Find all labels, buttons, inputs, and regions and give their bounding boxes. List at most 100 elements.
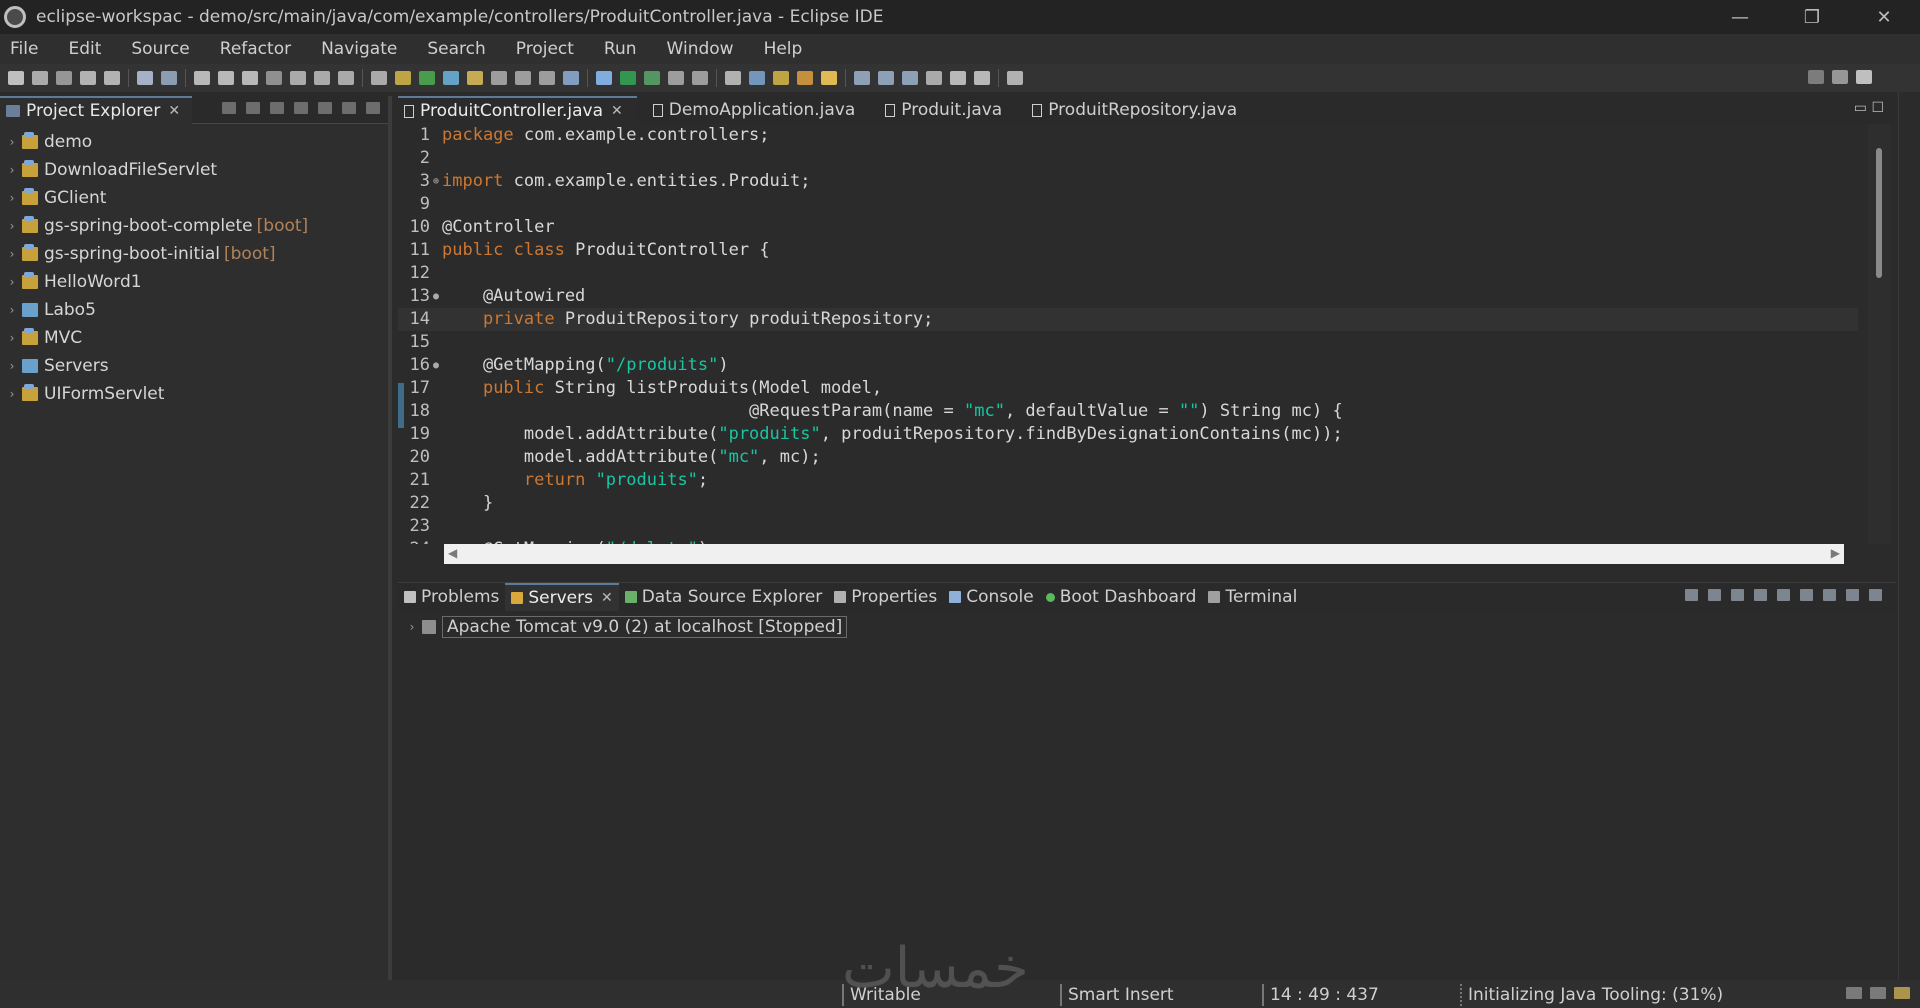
fold-marker-icon[interactable]: ⊕ xyxy=(432,170,440,193)
step-into-icon[interactable] xyxy=(290,71,306,85)
tab-produitrepository[interactable]: ProduitRepository.java xyxy=(1026,96,1251,124)
new-icon[interactable] xyxy=(8,71,24,85)
search-references-icon[interactable] xyxy=(854,71,870,85)
tree-item-gs-spring-boot-initial[interactable]: › gs-spring-boot-initial [boot] xyxy=(0,240,388,268)
code-line[interactable]: 22 } xyxy=(398,492,1858,515)
word-wrap-icon[interactable] xyxy=(539,71,555,85)
code-line[interactable]: 2 xyxy=(398,147,1858,170)
tree-item-uiformservlet[interactable]: › UIFormServlet xyxy=(0,380,388,408)
paragraph-icon[interactable] xyxy=(563,71,579,85)
whitespace-icon[interactable] xyxy=(515,71,531,85)
code-line[interactable]: 9 xyxy=(398,193,1858,216)
menu-run[interactable]: Run xyxy=(604,39,637,59)
scroll-thumb[interactable] xyxy=(1876,148,1882,278)
tab-console[interactable]: Console xyxy=(943,583,1040,611)
debug-server-icon[interactable] xyxy=(1708,589,1721,601)
tab-servers[interactable]: Servers ✕ xyxy=(505,583,619,611)
tab-produitcontroller[interactable]: ProduitController.java ✕ xyxy=(398,96,637,124)
start-server-icon[interactable] xyxy=(1731,589,1744,601)
code-line[interactable]: 20 model.addAttribute("mc", mc); xyxy=(398,446,1858,469)
menu-source[interactable]: Source xyxy=(131,39,189,59)
fold-marker-icon[interactable]: ● xyxy=(432,354,440,377)
menu-refactor[interactable]: Refactor xyxy=(220,39,291,59)
fold-marker-icon[interactable]: ● xyxy=(432,285,440,308)
new-java-project-icon[interactable] xyxy=(725,71,741,85)
maximize-view-icon[interactable] xyxy=(366,102,380,114)
close-window-button[interactable]: ✕ xyxy=(1848,0,1920,34)
code-line[interactable]: 15 xyxy=(398,331,1858,354)
open-task-icon[interactable] xyxy=(395,71,411,85)
resume-icon[interactable] xyxy=(194,71,210,85)
back-icon[interactable] xyxy=(950,71,966,85)
tree-item-demo[interactable]: › demo xyxy=(0,128,388,156)
tree-item-gs-spring-boot-complete[interactable]: › gs-spring-boot-complete [boot] xyxy=(0,212,388,240)
new-class-icon[interactable] xyxy=(797,71,813,85)
block-selection-icon[interactable] xyxy=(491,71,507,85)
minimize-view-icon[interactable] xyxy=(1846,589,1859,601)
collapse-all-icon[interactable] xyxy=(1685,589,1698,601)
code-line[interactable]: 10 @Controller xyxy=(398,216,1858,239)
tab-properties[interactable]: Properties xyxy=(828,583,943,611)
menu-edit[interactable]: Edit xyxy=(68,39,101,59)
server-icon[interactable] xyxy=(692,71,708,85)
chevron-right-icon[interactable]: › xyxy=(2,331,22,345)
new-package-icon[interactable] xyxy=(749,71,765,85)
coverage-icon[interactable] xyxy=(644,71,660,85)
save-icon[interactable] xyxy=(32,71,48,85)
next-annotation-icon[interactable] xyxy=(878,71,894,85)
tab-problems[interactable]: Problems xyxy=(398,583,505,611)
previous-annotation-icon[interactable] xyxy=(902,71,918,85)
chevron-right-icon[interactable]: › xyxy=(2,275,22,289)
menu-help[interactable]: Help xyxy=(764,39,803,59)
scroll-left-icon[interactable]: ◀ xyxy=(448,546,457,560)
code-line[interactable]: 17 public String listProduits(Model mode… xyxy=(398,377,1858,400)
code-line[interactable]: 14 private ProduitRepository produitRepo… xyxy=(398,308,1858,331)
view-menu-icon[interactable] xyxy=(318,102,332,114)
code-line[interactable]: 21 return "produits"; xyxy=(398,469,1858,492)
suspend-icon[interactable] xyxy=(218,71,234,85)
stop-server-icon[interactable] xyxy=(1777,589,1790,601)
collapse-all-icon[interactable] xyxy=(222,102,236,114)
tree-item-downloadfileservlet[interactable]: › DownloadFileServlet xyxy=(0,156,388,184)
filter-icon[interactable] xyxy=(270,102,284,114)
tip-icon[interactable] xyxy=(1894,987,1910,999)
publish-icon[interactable] xyxy=(1800,589,1813,601)
menu-navigate[interactable]: Navigate xyxy=(321,39,397,59)
pin-editor-icon[interactable] xyxy=(1007,71,1023,85)
tab-project-explorer[interactable]: Project Explorer ✕ xyxy=(0,95,193,124)
search-icon[interactable] xyxy=(1808,70,1824,84)
close-icon[interactable]: ✕ xyxy=(168,103,180,119)
view-menu-icon[interactable] xyxy=(1823,589,1836,601)
code-line[interactable]: 16 ● @GetMapping("/produits") xyxy=(398,354,1858,377)
vertical-scrollbar[interactable] xyxy=(1868,124,1890,544)
close-icon[interactable]: ✕ xyxy=(601,590,613,606)
open-folder-icon[interactable] xyxy=(773,71,789,85)
debug-icon[interactable] xyxy=(596,71,612,85)
progress-view-icon[interactable] xyxy=(1870,987,1886,999)
profile-server-icon[interactable] xyxy=(1754,589,1767,601)
disconnect-icon[interactable] xyxy=(266,71,282,85)
chevron-right-icon[interactable]: › xyxy=(2,303,22,317)
tree-item-gclient[interactable]: › GClient xyxy=(0,184,388,212)
tree-item-helloword1[interactable]: › HelloWord1 xyxy=(0,268,388,296)
menu-file[interactable]: File xyxy=(10,39,38,59)
status-cursor-position[interactable]: 14 : 49 : 437 xyxy=(1262,984,1379,1006)
status-progress[interactable]: Initializing Java Tooling: (31%) xyxy=(1460,984,1723,1006)
code-line[interactable]: 1 package com.example.controllers; xyxy=(398,124,1858,147)
code-line[interactable]: 3 ⊕ import com.example.entities.Produit; xyxy=(398,170,1858,193)
progress-bar-icon[interactable] xyxy=(1846,987,1862,999)
skip-breakpoints-icon[interactable] xyxy=(161,71,177,85)
tab-boot-dashboard[interactable]: Boot Dashboard xyxy=(1040,583,1203,611)
refresh-icon[interactable] xyxy=(419,71,435,85)
open-type-icon[interactable] xyxy=(371,71,387,85)
tab-demoapplication[interactable]: DemoApplication.java xyxy=(647,96,870,124)
code-line[interactable]: 11 public class ProduitController { xyxy=(398,239,1858,262)
chevron-right-icon[interactable]: › xyxy=(2,135,22,149)
scroll-right-icon[interactable]: ▶ xyxy=(1831,546,1840,560)
highlight-icon[interactable] xyxy=(467,71,483,85)
menu-search[interactable]: Search xyxy=(427,39,485,59)
code-editor[interactable]: 1 package com.example.controllers; 2 3 ⊕ impo… xyxy=(398,124,1858,544)
maximize-view-icon[interactable] xyxy=(1869,589,1882,601)
focus-task-icon[interactable] xyxy=(294,102,308,114)
menu-project[interactable]: Project xyxy=(516,39,574,59)
